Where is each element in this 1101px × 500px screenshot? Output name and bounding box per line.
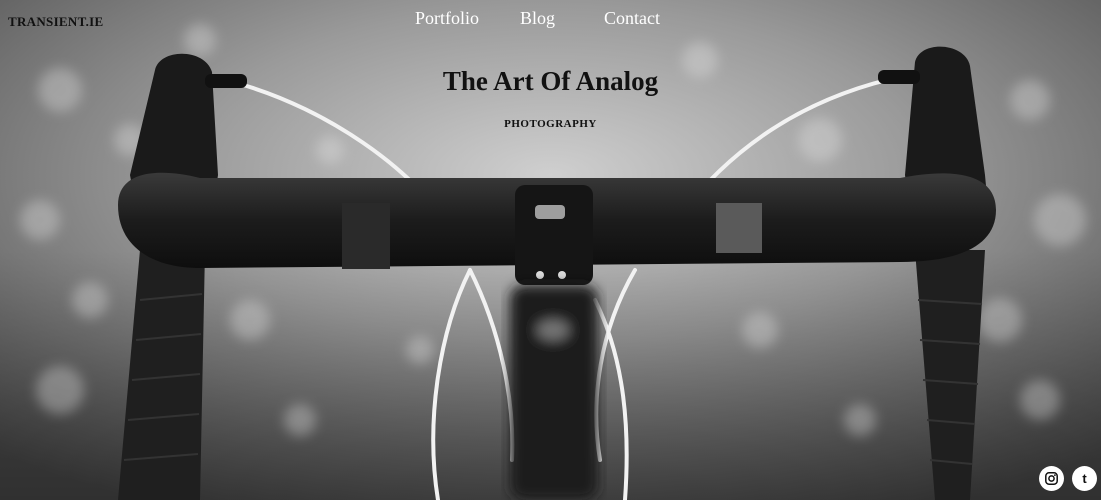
hero-subtitle: PHOTOGRAPHY: [504, 118, 597, 130]
nav-contact-link[interactable]: Contact: [604, 8, 660, 29]
instagram-link[interactable]: [1039, 466, 1064, 491]
nav-blog-link[interactable]: Blog: [520, 8, 555, 29]
main-nav: Portfolio Blog Contact: [0, 8, 1101, 32]
hero-title: The Art Of Analog: [442, 66, 659, 96]
tumblr-link[interactable]: t: [1072, 466, 1097, 491]
tumblr-icon: t: [1082, 471, 1087, 486]
instagram-icon: [1045, 472, 1058, 485]
nav-portfolio-link[interactable]: Portfolio: [415, 8, 479, 29]
